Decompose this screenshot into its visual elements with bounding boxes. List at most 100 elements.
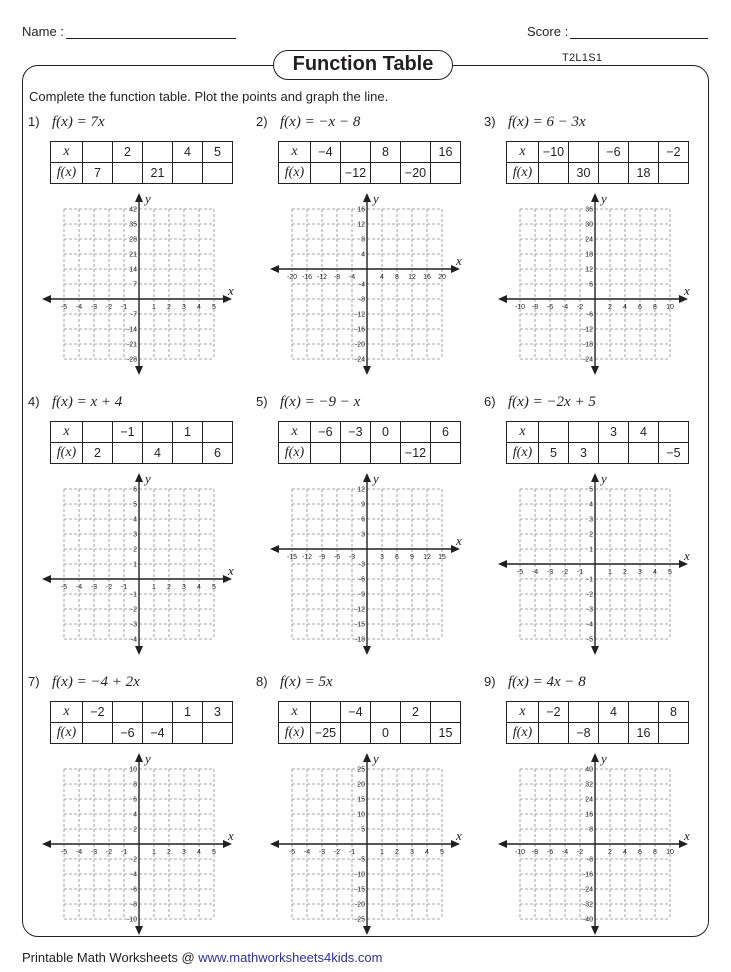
x-cell[interactable]: −1 [112,421,143,443]
fx-cell[interactable] [400,722,431,744]
x-cell[interactable]: −4 [340,701,371,723]
x-cell[interactable]: 2 [112,141,143,163]
x-cell[interactable] [400,141,431,163]
x-cell[interactable] [568,421,599,443]
fx-cell[interactable] [202,722,233,744]
coordinate-grid[interactable]: x y -5 -4 -3 -2 -1 1 2 3 4 5 5 10 15 20 25 -5 -10 -15 -20 -25 [256,751,462,935]
x-cell[interactable]: −4 [310,141,341,163]
x-cell[interactable]: 3 [202,701,233,723]
fx-cell[interactable] [430,162,461,184]
x-cell[interactable] [370,701,401,723]
fx-cell[interactable] [112,162,143,184]
fx-cell[interactable]: 16 [628,722,659,744]
fx-cell[interactable]: 5 [538,442,569,464]
x-cell[interactable]: −6 [310,421,341,443]
x-cell[interactable]: −2 [82,701,113,723]
x-cell[interactable]: 5 [202,141,233,163]
x-cell[interactable] [340,141,371,163]
fx-cell[interactable] [310,442,341,464]
x-cell[interactable]: −2 [658,141,689,163]
coordinate-grid[interactable]: x y -5 -4 -3 -2 -1 1 2 3 4 5 1 2 3 4 5 -1 -2 -3 -4 -5 [484,471,690,655]
x-cell[interactable] [400,421,431,443]
fx-cell[interactable] [112,442,143,464]
name-blank-line[interactable] [65,26,236,39]
coordinate-grid[interactable]: xy-10 -8 -6 -4 -2 2 4 6 8 1061218243036-6-12-18-2… [484,191,690,375]
x-cell[interactable]: 16 [430,141,461,163]
fx-cell[interactable]: 30 [568,162,599,184]
x-cell[interactable]: −10 [538,141,569,163]
x-cell[interactable] [538,421,569,443]
fx-cell[interactable] [538,162,569,184]
fx-cell[interactable] [370,442,401,464]
fx-cell[interactable]: 6 [202,442,233,464]
fx-cell[interactable]: −8 [568,722,599,744]
fx-cell[interactable] [598,442,629,464]
x-cell[interactable]: 1 [172,701,203,723]
x-cell[interactable] [142,141,173,163]
name-field[interactable]: Name : [22,24,236,39]
x-cell[interactable] [142,421,173,443]
x-cell[interactable] [112,701,143,723]
fx-cell[interactable]: 15 [430,722,461,744]
x-cell[interactable]: 4 [172,141,203,163]
x-cell[interactable] [568,141,599,163]
fx-cell[interactable] [598,162,629,184]
fx-cell[interactable] [310,162,341,184]
coordinate-grid[interactable]: x y -5 -4 -3 -2 -1 1 2 3 4 5 1 2 3 4 5 6 -1 -2 -3 -4 [28,471,234,655]
x-cell[interactable] [82,421,113,443]
x-cell[interactable]: 0 [370,421,401,443]
fx-cell[interactable] [172,442,203,464]
coordinate-grid[interactable]: x y -15 -12 -9 -6 -3 3 6 9 12 15 3 6 9 12 -3 -6 -9 -12 -15 -1… [256,471,462,655]
x-cell[interactable]: 2 [400,701,431,723]
fx-cell[interactable] [172,162,203,184]
x-cell[interactable] [628,141,659,163]
fx-cell[interactable] [628,442,659,464]
fx-cell[interactable]: −5 [658,442,689,464]
coordinate-grid[interactable]: x y -5 -4 -3 -2 -1 1 2 3 4 5 2 4 6 8 10 -2 -4 -6 -8 -10 [28,751,234,935]
coordinate-grid[interactable]: x y -5 -4 -3 -2 -1 1 2 3 4 5 7 14 21 28 35 42 -7 -14 -21 -28 [28,191,234,375]
x-cell[interactable] [430,701,461,723]
x-cell[interactable]: 8 [370,141,401,163]
coordinate-grid[interactable]: xy-20 -16 -12 -8 -4 4 8 12 16 20481216-4-8-12-16-… [256,191,462,375]
fx-cell[interactable] [598,722,629,744]
x-cell[interactable] [142,701,173,723]
fx-cell[interactable]: −12 [340,162,371,184]
x-cell[interactable] [658,421,689,443]
fx-cell[interactable]: −4 [142,722,173,744]
fx-cell[interactable] [82,722,113,744]
x-cell[interactable]: 6 [430,421,461,443]
fx-cell[interactable]: 0 [370,722,401,744]
fx-cell[interactable] [538,722,569,744]
fx-cell[interactable] [340,722,371,744]
fx-cell[interactable]: 4 [142,442,173,464]
fx-cell[interactable]: 3 [568,442,599,464]
fx-cell[interactable] [370,162,401,184]
fx-cell[interactable] [172,722,203,744]
coordinate-grid[interactable]: xy-10 -8 -6 -4 -2 2 4 6 8 10816243240-8-16-24-32-… [484,751,690,935]
x-cell[interactable]: 4 [628,421,659,443]
x-cell[interactable]: 4 [598,701,629,723]
fx-cell[interactable] [202,162,233,184]
x-cell[interactable] [310,701,341,723]
score-blank-line[interactable] [570,26,709,39]
fx-cell[interactable]: −12 [400,442,431,464]
x-cell[interactable] [568,701,599,723]
fx-cell[interactable] [430,442,461,464]
x-cell[interactable]: −2 [538,701,569,723]
x-cell[interactable]: 3 [598,421,629,443]
fx-cell[interactable]: −6 [112,722,143,744]
fx-cell[interactable]: 21 [142,162,173,184]
x-cell[interactable]: −6 [598,141,629,163]
fx-cell[interactable]: −20 [400,162,431,184]
fx-cell[interactable] [658,162,689,184]
fx-cell[interactable]: 2 [82,442,113,464]
fx-cell[interactable]: 7 [82,162,113,184]
fx-cell[interactable] [658,722,689,744]
score-field[interactable]: Score : [527,24,709,39]
fx-cell[interactable] [340,442,371,464]
x-cell[interactable]: −3 [340,421,371,443]
x-cell[interactable] [202,421,233,443]
x-cell[interactable] [82,141,113,163]
x-cell[interactable]: 1 [172,421,203,443]
x-cell[interactable]: 8 [658,701,689,723]
